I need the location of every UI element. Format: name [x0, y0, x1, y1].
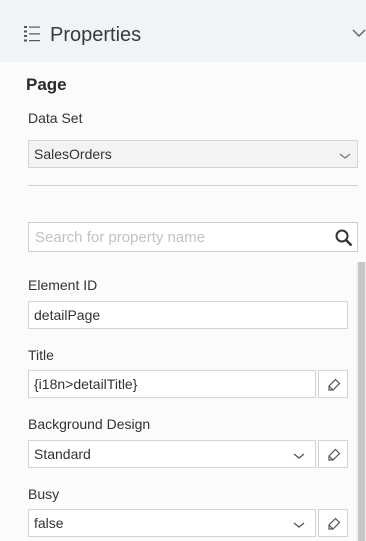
chevron-down-icon[interactable] — [293, 452, 305, 460]
element-id-value: detailPage — [34, 307, 101, 323]
title-label: Title — [28, 347, 54, 363]
busy-binding-button[interactable] — [318, 509, 348, 537]
background-design-label: Background Design — [28, 416, 151, 432]
background-design-select[interactable]: Standard — [28, 440, 316, 468]
data-binding-icon — [328, 517, 341, 530]
background-design-value: Standard — [34, 446, 91, 462]
property-search[interactable] — [28, 222, 358, 252]
chevron-down-icon[interactable] — [339, 152, 351, 160]
title-field[interactable]: {i18n>detailTitle} — [28, 370, 316, 398]
background-design-binding-button[interactable] — [318, 440, 348, 468]
busy-label: Busy — [28, 486, 60, 502]
section-title: Page — [26, 75, 67, 94]
data-set-value: SalesOrders — [34, 146, 112, 162]
data-set-label: Data Set — [28, 110, 83, 126]
scrollbar-thumb[interactable] — [358, 262, 365, 541]
title-value: {i18n>detailTitle} — [34, 376, 138, 392]
search-icon[interactable] — [335, 229, 353, 247]
data-binding-icon — [328, 378, 341, 391]
chevron-down-icon[interactable] — [352, 28, 366, 38]
busy-select[interactable]: false — [28, 509, 316, 537]
element-id-field[interactable]: detailPage — [28, 301, 348, 329]
divider — [28, 185, 358, 186]
title-binding-button[interactable] — [318, 370, 348, 398]
data-binding-icon — [328, 448, 341, 461]
properties-title: Properties — [50, 24, 142, 46]
busy-value: false — [34, 515, 64, 531]
chevron-down-icon[interactable] — [293, 521, 305, 529]
properties-header: Properties — [0, 0, 366, 62]
data-set-select[interactable]: SalesOrders — [28, 140, 358, 168]
properties-list-icon — [24, 26, 40, 42]
element-id-label: Element ID — [28, 277, 98, 293]
search-input[interactable] — [29, 223, 319, 251]
